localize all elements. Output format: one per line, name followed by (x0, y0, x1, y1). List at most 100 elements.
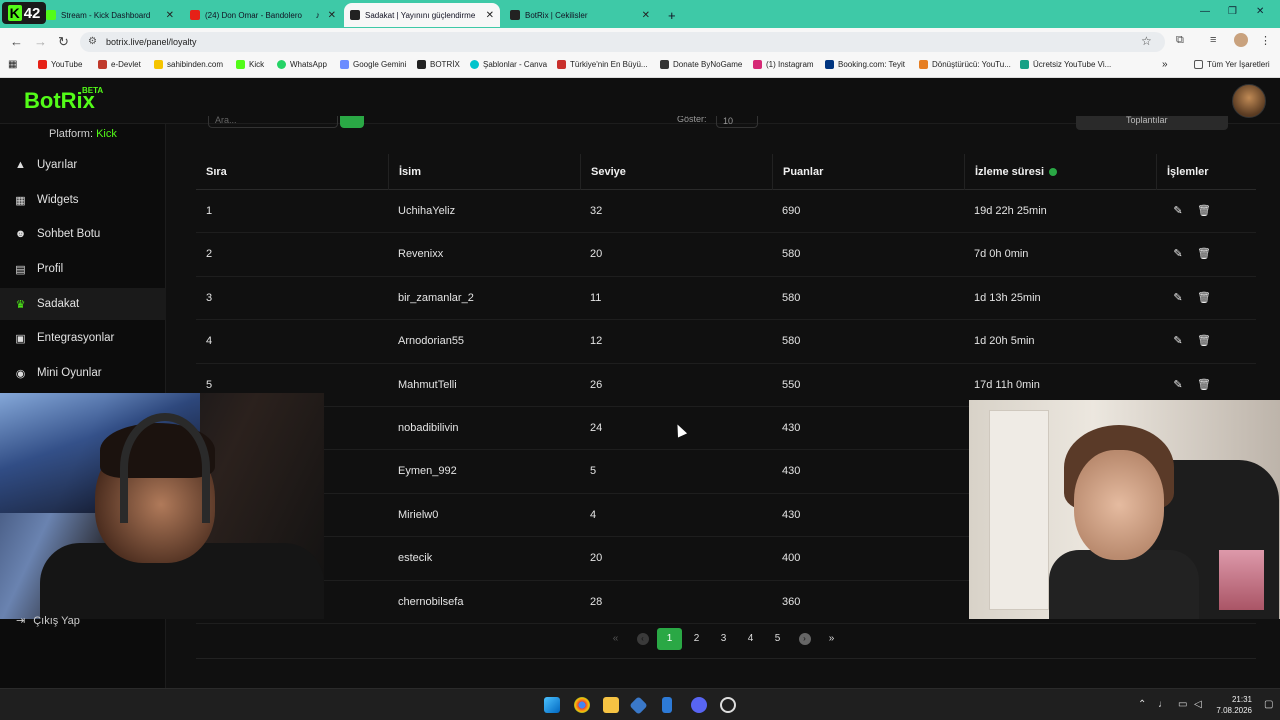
file-explorer-icon[interactable] (603, 697, 619, 713)
tab-kick-dashboard[interactable]: Stream - Kick Dashboard ✕ (40, 3, 180, 27)
microphone-icon[interactable]: ♩ (1158, 699, 1168, 710)
bookmark-edevlet[interactable]: e-Devlet (98, 60, 141, 69)
user-avatar[interactable] (1232, 84, 1266, 118)
chrome-icon[interactable] (574, 697, 590, 713)
bookmark-canva[interactable]: Şablonlar - Canva (470, 60, 547, 69)
bookmark-label: sahibinden.com (167, 60, 224, 69)
header-rank[interactable]: Sıra (196, 154, 388, 190)
bookmark-donusturucu[interactable]: Dönüştürücü: YouTu... (919, 60, 1011, 69)
windows-start-icon[interactable] (544, 697, 560, 713)
edit-icon[interactable]: ✎ (1172, 205, 1184, 217)
all-bookmarks[interactable]: Tüm Yer İşaretleri (1194, 60, 1270, 69)
notifications-icon[interactable]: ▢ (1264, 699, 1273, 710)
page-size-select[interactable]: 10 (716, 116, 758, 128)
back-icon[interactable]: ← (10, 34, 23, 49)
apps-grid-icon[interactable]: ▦ (8, 59, 17, 70)
extensions-icon[interactable]: ⧉ (1176, 34, 1184, 47)
app-icon[interactable] (629, 696, 648, 715)
sidebar-item-sadakat[interactable]: ♛ Sadakat (0, 288, 166, 320)
logout-button[interactable]: ⇥ Çıkış Yap (16, 614, 80, 628)
bookmark-gemini[interactable]: Google Gemini (340, 60, 406, 69)
page-1-button[interactable]: 1 (657, 628, 682, 650)
bookmark-instagram[interactable]: (1) Instagram (753, 60, 814, 69)
close-tab-icon[interactable]: ✕ (166, 10, 174, 21)
sidebar-item-sohbet-botu[interactable]: ☻ Sohbet Botu (0, 218, 166, 250)
edit-icon[interactable]: ✎ (1172, 248, 1184, 260)
close-tab-icon[interactable]: ✕ (328, 10, 336, 21)
media-icon[interactable]: ≡ (1210, 34, 1216, 46)
clock[interactable]: 21:31 7.08.2026 (1212, 694, 1252, 716)
header-watch-time[interactable]: İzleme süresi (964, 154, 1156, 190)
discord-icon[interactable] (691, 697, 707, 713)
tab-sadakat[interactable]: Sadakat | Yayınını güçlendirme ✕ (344, 3, 500, 27)
bookmark-bynogame[interactable]: Donate ByNoGame (660, 60, 742, 69)
bookmark-sahibinden[interactable]: sahibinden.com (154, 60, 223, 69)
sidebar-item-mini-oyunlar[interactable]: ◉ Mini Oyunlar (0, 357, 166, 389)
last-page-button[interactable]: » (818, 628, 845, 650)
maximize-icon[interactable]: ❐ (1228, 6, 1237, 17)
bookmark-turkiye[interactable]: Türkiye'nin En Büyü... (557, 60, 648, 69)
menu-icon[interactable]: ⋮ (1260, 34, 1271, 47)
sidebar-item-uyarilar[interactable]: ▲ Uyarılar (0, 149, 166, 181)
search-button[interactable] (340, 116, 364, 128)
delete-icon[interactable]: 🗑 (1197, 248, 1211, 260)
tab-youtube[interactable]: (24) Don Omar - Bandolero ♪ ✕ (184, 3, 342, 27)
speaker-icon[interactable]: ♪ (316, 10, 321, 20)
sidebar-item-entegrasyonlar[interactable]: ▣ Entegrasyonlar (0, 322, 166, 354)
beta-badge: BETA (82, 86, 104, 95)
prev-page-button[interactable]: ‹ (629, 628, 656, 650)
page-5-button[interactable]: 5 (764, 628, 791, 650)
header-points[interactable]: Puanlar (772, 154, 964, 190)
botrix-logo[interactable]: BotRix BETA (24, 86, 103, 114)
cell-level: 11 (590, 291, 602, 304)
more-bookmarks-icon[interactable]: » (1162, 59, 1168, 70)
star-icon[interactable]: ☆ (1141, 34, 1152, 48)
streaming-app-icon[interactable] (662, 697, 672, 713)
chevron-right-icon: › (798, 633, 811, 645)
delete-icon[interactable]: 🗑 (1197, 335, 1211, 347)
obs-icon[interactable] (720, 697, 736, 713)
page-4-button[interactable]: 4 (737, 628, 764, 650)
bookmark-youtube[interactable]: YouTube (38, 60, 82, 69)
tray-chevron-icon[interactable]: ⌃ (1138, 699, 1146, 710)
logout-icon: ⇥ (16, 615, 26, 627)
profile-avatar[interactable] (1234, 33, 1248, 47)
header-level[interactable]: Seviye (580, 154, 772, 190)
bookmark-booking[interactable]: Booking.com: Teyit (825, 60, 905, 69)
bookmark-kick[interactable]: Kick (236, 60, 264, 69)
sidebar-item-label: Profil (37, 263, 64, 275)
next-page-button[interactable]: › (791, 628, 818, 650)
tab-botrix-cekilisler[interactable]: BotRix | Cekilisler ✕ (504, 3, 656, 27)
delete-icon[interactable]: 🗑 (1197, 205, 1211, 217)
volume-icon[interactable]: ◁ (1194, 699, 1202, 710)
meetings-button[interactable]: Toplantılar (1076, 116, 1228, 130)
forward-icon[interactable]: → (34, 34, 47, 49)
bookmark-whatsapp[interactable]: WhatsApp (277, 60, 327, 69)
delete-icon[interactable]: 🗑 (1197, 291, 1211, 304)
info-icon[interactable] (1049, 168, 1058, 177)
url-field[interactable]: ⚙ botrix.live/panel/loyalty (80, 32, 1165, 52)
header-name[interactable]: İsim (388, 154, 580, 190)
site-info-icon[interactable]: ⚙ (88, 32, 97, 52)
reload-icon[interactable]: ↻ (58, 34, 69, 50)
page-3-button[interactable]: 3 (710, 628, 737, 650)
search-input[interactable]: Ara... (208, 116, 338, 128)
minimize-icon[interactable]: — (1200, 6, 1210, 17)
bookmark-youtube-video[interactable]: Ücretsiz YouTube Vi... (1020, 60, 1111, 69)
close-window-icon[interactable]: ✕ (1256, 6, 1264, 17)
close-tab-icon[interactable]: ✕ (642, 10, 650, 21)
page-2-button[interactable]: 2 (683, 628, 710, 650)
edit-icon[interactable]: ✎ (1172, 379, 1184, 391)
sidebar-item-profil[interactable]: ▤ Profil (0, 253, 166, 285)
network-icon[interactable]: ▭ (1178, 699, 1187, 710)
sidebar-item-widgets[interactable]: ▦ Widgets (0, 184, 166, 216)
delete-icon[interactable]: 🗑 (1197, 378, 1211, 391)
new-tab-button[interactable]: + (662, 3, 682, 27)
bookmark-botrix[interactable]: BOTRİX (417, 60, 460, 69)
first-page-button[interactable]: « (602, 628, 629, 650)
webcam-overlay-left (0, 393, 324, 619)
cell-level: 20 (590, 248, 603, 261)
edit-icon[interactable]: ✎ (1172, 292, 1184, 304)
edit-icon[interactable]: ✎ (1172, 335, 1184, 347)
close-tab-icon[interactable]: ✕ (486, 10, 494, 21)
